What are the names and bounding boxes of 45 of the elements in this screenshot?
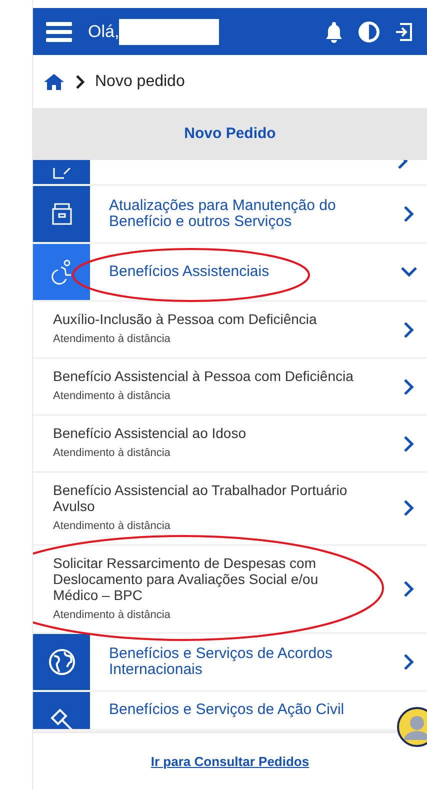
edit-icon xyxy=(52,168,72,180)
contrast-icon[interactable] xyxy=(358,20,380,42)
list-item[interactable]: Benefício Assistencial ao Idoso Atendimento à distância xyxy=(33,416,427,471)
list-item[interactable]: Benefício Assistencial ao Trabalhador Portuário Avulso Atendimento à distância xyxy=(33,473,427,544)
home-icon[interactable] xyxy=(43,72,65,90)
list-item[interactable]: Benefício Assistencial à Pessoa com Deficiência Atendimento à distância xyxy=(33,359,427,414)
item-subtitle: Atendimento à distância xyxy=(53,608,172,622)
consult-requests-link[interactable]: Ir para Consultar Pedidos xyxy=(150,752,310,772)
chevron-right-icon xyxy=(403,378,415,396)
logout-icon[interactable] xyxy=(394,22,414,42)
category-item[interactable]: Atualizações para Manutenção do Benefício e outros Serviços xyxy=(33,186,427,242)
item-subtitle: Atendimento à distância xyxy=(53,519,172,534)
item-subtitle: Atendimento à distância xyxy=(53,446,172,462)
item-subtitle: Atendimento à distância xyxy=(53,389,172,404)
category-item[interactable]: Benefícios e Serviços de Acordos Internacionais xyxy=(33,634,427,690)
category-title: Atualizações para Manutenção do Benefício e outros Serviços xyxy=(108,198,337,230)
item-title: Benefício Assistencial à Pessoa com Deficiência xyxy=(53,368,354,384)
category-item[interactable]: Benefícios e Serviços de Ação Civil xyxy=(33,692,427,729)
chevron-right-icon xyxy=(403,434,415,452)
item-title: Benefício Assistencial ao Trabalhador Portuário Avulso xyxy=(53,482,348,514)
chevron-down-icon xyxy=(400,266,418,278)
item-title: Benefício Assistencial ao Idoso xyxy=(53,425,248,442)
category-item[interactable]: Benefícios Assistenciais xyxy=(33,244,427,300)
globe-icon xyxy=(48,648,76,676)
archive-icon xyxy=(50,202,74,226)
chevron-right-icon xyxy=(403,320,415,338)
category-title: Benefícios e Serviços de Ação Civil xyxy=(108,700,346,718)
chevron-right-icon xyxy=(403,580,415,598)
item-subtitle: Atendimento à distância xyxy=(53,332,172,348)
bell-icon[interactable] xyxy=(324,20,344,42)
item-title: Auxílio-Inclusão à Pessoa com Deficiência xyxy=(53,311,318,328)
list-item[interactable]: Auxílio-Inclusão à Pessoa com Deficiência Atendimento à distância xyxy=(33,302,427,357)
category-title: Benefícios e Serviços de Acordos Internacionais xyxy=(108,646,334,678)
assistant-avatar[interactable] xyxy=(397,707,427,747)
chevron-right-icon xyxy=(403,653,415,671)
menu-icon[interactable] xyxy=(46,20,72,42)
section-title: Novo Pedido xyxy=(33,108,427,160)
chevron-right-icon xyxy=(75,74,85,88)
chevron-right-icon xyxy=(403,205,415,223)
greeting-text: Olá, xyxy=(88,20,120,43)
list-item[interactable]: Solicitar Ressarcimento de Despesas com Deslocamento para Avaliações Social e/ou Médico – BPC Atendimento à distância xyxy=(33,546,427,632)
category-title: Benefícios Assistenciais xyxy=(108,264,270,280)
item-title: Solicitar Ressarcimento de Despesas com Deslocamento para Avaliações Social e/ou Médico – BPC xyxy=(53,554,320,602)
chevron-right-icon xyxy=(403,499,415,518)
breadcrumb-current: Novo pedido xyxy=(95,72,185,92)
